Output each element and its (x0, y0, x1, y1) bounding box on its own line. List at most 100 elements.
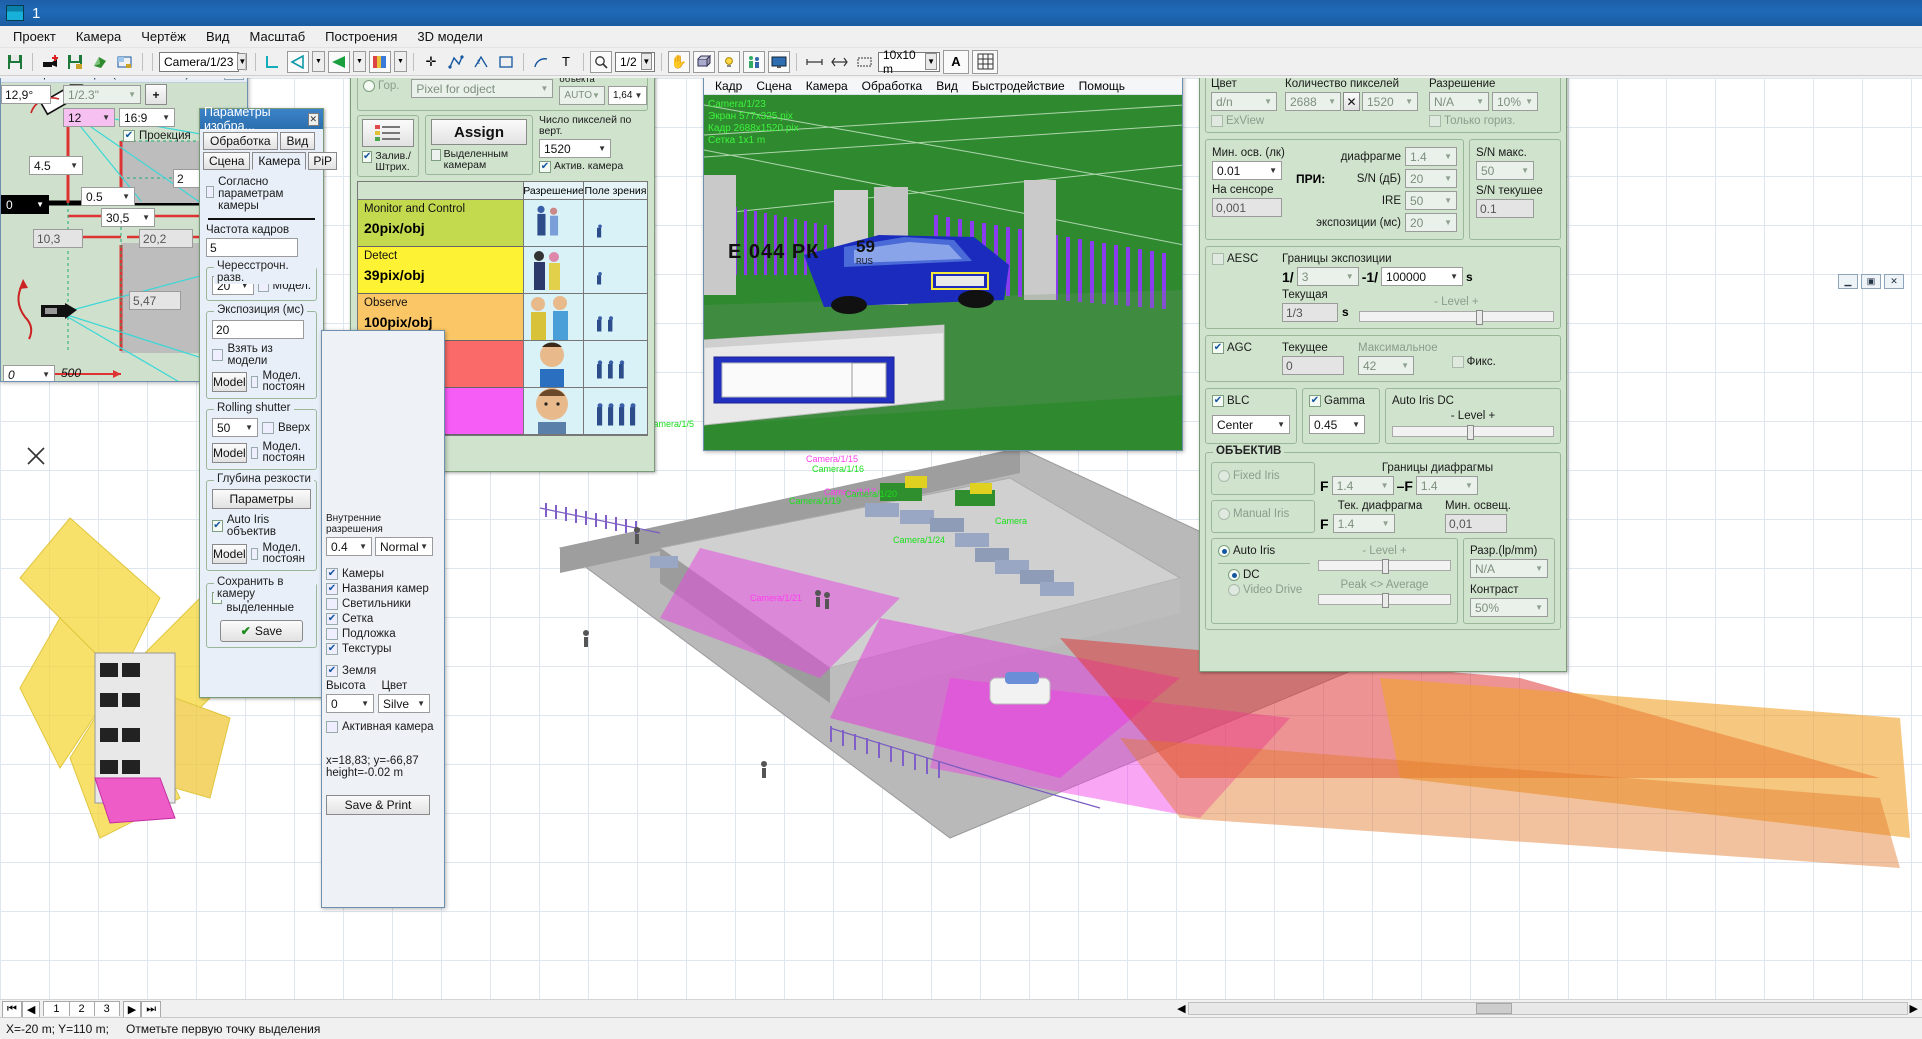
zoom-chevron-icon[interactable]: ▼ (641, 53, 652, 70)
ire-combo[interactable]: 50▼ (1405, 191, 1457, 210)
menu-item-camera[interactable]: Камера (67, 26, 130, 47)
people-icon[interactable] (743, 51, 765, 73)
dim-horizontal-icon[interactable] (803, 51, 825, 73)
view-option-checkbox[interactable]: ✔ (326, 583, 338, 595)
polyline-tool-icon[interactable] (445, 51, 467, 73)
auto-iris-row2[interactable]: Auto Iris (1218, 545, 1310, 557)
blc-checkbox[interactable]: ✔ (1212, 395, 1224, 407)
active-camera2-row[interactable]: ✔ Актив. камера (539, 161, 648, 173)
view-option-checkbox[interactable]: ✔ (326, 613, 338, 625)
iris-max-combo[interactable]: 1.4▼ (1416, 476, 1478, 495)
min-illum-combo[interactable]: 0.01▼ (1212, 161, 1282, 180)
fov-dropdown-icon[interactable]: ▼ (312, 51, 325, 72)
close-icon[interactable]: ✕ (1884, 274, 1904, 289)
save-camera-icon[interactable] (64, 51, 86, 73)
exp-min-combo[interactable]: 3▼ (1297, 267, 1359, 286)
color-zone-icon[interactable] (369, 51, 391, 73)
per-camera-checkbox[interactable] (206, 186, 214, 198)
ground-height-combo[interactable]: 0▼ (326, 694, 374, 713)
save-button[interactable]: ✔ Save (220, 620, 303, 642)
blc-row[interactable]: ✔ BLC (1212, 395, 1290, 407)
criteria-row[interactable]: Detect39pix/obj (358, 247, 523, 294)
scroll-thumb[interactable] (1476, 1003, 1512, 1014)
gamma-checkbox[interactable]: ✔ (1309, 395, 1321, 407)
rolling-model-const-checkbox[interactable] (251, 447, 259, 459)
save-print-button[interactable]: Save & Print (326, 795, 430, 815)
geometry-object-height-combo[interactable]: 0.5▼ (81, 187, 135, 206)
rolling-model-row[interactable]: Model Модел. постоян (212, 442, 311, 464)
view-options-panel[interactable]: Внутренние разрешения 0.4▼ Normal▼ ✔Каме… (321, 330, 445, 908)
sheet-tab[interactable]: 2 (69, 1001, 95, 1016)
arc-tool-icon[interactable] (530, 51, 552, 73)
rolling-model-button[interactable]: Model (212, 443, 247, 463)
sn-max-combo[interactable]: 50▼ (1476, 161, 1534, 180)
sheet-tab[interactable]: 1 (43, 1001, 69, 1016)
view-option-row[interactable]: ✔Названия камер (326, 583, 440, 595)
ground-checkbox[interactable]: ✔ (326, 665, 338, 677)
fill-stroke-row[interactable]: ✔ Залив./ Штрих. (362, 151, 414, 173)
exp-max-combo[interactable]: 100000▼ (1381, 267, 1463, 286)
tab-view[interactable]: Вид (280, 132, 316, 150)
sheet-tab[interactable]: 3 (94, 1001, 120, 1016)
dof-model-const-checkbox[interactable] (251, 548, 259, 560)
menu-item-view[interactable]: Вид (197, 26, 239, 47)
dc-row[interactable]: DC (1228, 569, 1310, 581)
auto-iris-dc-slider[interactable] (1392, 426, 1554, 437)
scale-chevron-icon[interactable]: ▼ (925, 53, 937, 70)
exposure-model-row[interactable]: Model Модел. постоян (212, 371, 311, 393)
active-camera-row[interactable]: Активная камера (326, 721, 440, 733)
geometry-projection-toggle[interactable]: ✔ Проекция (123, 130, 191, 142)
view-option-row[interactable]: ✔Камеры (326, 568, 440, 580)
video3d-window[interactable]: 3D Видео (Camera/1/23) ▁ ▣ ✕ КадрСценаКа… (703, 78, 1183, 451)
geometry-angle-field[interactable]: 12,9° (1, 85, 51, 104)
scroll-right-icon[interactable]: ▶ (1910, 1002, 1918, 1015)
assign-button[interactable]: Assign (431, 119, 527, 145)
agc-checkbox[interactable]: ✔ (1212, 342, 1224, 354)
monitor-icon[interactable] (768, 51, 790, 73)
per-camera-params-row[interactable]: Согласно параметрам камеры (206, 176, 317, 212)
geometry-focal-combo[interactable]: 12▼ (63, 108, 115, 127)
video3d-menu-item[interactable]: Обработка (855, 78, 930, 94)
peak-average-slider[interactable] (1318, 594, 1451, 605)
prev-sheet-icon[interactable]: ◀ (22, 1001, 40, 1017)
zoom-combo[interactable]: 1/2 ▼ (615, 52, 655, 72)
fix-checkbox[interactable] (1452, 356, 1464, 368)
aesc-checkbox[interactable] (1212, 253, 1224, 265)
object-height-mode-combo[interactable]: AUTO▼ (559, 86, 605, 105)
selected-cameras-checkbox[interactable] (431, 149, 441, 161)
pan-icon[interactable]: ✋ (668, 51, 690, 73)
color-zone-dropdown-icon[interactable]: ▼ (394, 51, 407, 72)
video3d-menu-item[interactable]: Вид (929, 78, 965, 94)
resolution-pct-combo[interactable]: 10%▼ (1492, 92, 1538, 111)
zone-tool-icon[interactable] (328, 51, 350, 73)
active-camera-view-checkbox[interactable] (326, 721, 338, 733)
exposure-ms-combo[interactable]: 20▼ (1405, 213, 1457, 232)
exposure-level-slider[interactable] (1359, 311, 1554, 322)
brightness-combo[interactable]: 0.4▼ (326, 537, 372, 556)
dof-model-button[interactable]: Model (212, 544, 247, 564)
auto-iris-row[interactable]: ✔ Auto Iris объектив (212, 514, 311, 538)
scale-selector[interactable]: 10x10 m ▼ (878, 52, 940, 72)
menu-item-drawing[interactable]: Чертёж (132, 26, 195, 47)
video-drive-row[interactable]: Video Drive (1228, 584, 1310, 596)
view-option-checkbox[interactable]: ✔ (326, 568, 338, 580)
zoom-tool-icon[interactable] (590, 51, 612, 73)
ground-row[interactable]: ✔ Земля (326, 665, 440, 677)
aperture-combo[interactable]: 1.4▼ (1405, 147, 1457, 166)
criterion-combo[interactable]: Pixel for odject ▼ (411, 79, 553, 98)
image-parameters-dialog[interactable]: Параметры изобра... ✕ Обработка Вид Сцен… (199, 108, 324, 698)
lp-combo[interactable]: N/A▼ (1470, 559, 1548, 578)
point-tool-icon[interactable]: ✛ (420, 51, 442, 73)
scroll-left-icon[interactable]: ◀ (1177, 1002, 1185, 1015)
view-option-row[interactable]: Светильники (326, 598, 440, 610)
pixels-width-combo[interactable]: 2688▼ (1285, 92, 1341, 111)
horiz-only-checkbox[interactable] (1429, 115, 1441, 127)
normal-combo[interactable]: Normal▼ (375, 537, 433, 556)
sn-db-combo[interactable]: 20▼ (1405, 169, 1457, 188)
maximize-icon[interactable]: ▣ (1861, 274, 1881, 289)
exview-checkbox[interactable] (1211, 115, 1223, 127)
criteria-row[interactable]: Monitor and Control20pix/obj (358, 200, 523, 247)
geometry-camera-height-combo[interactable]: 4.5▼ (29, 156, 83, 175)
view-option-checkbox[interactable] (326, 598, 338, 610)
last-sheet-icon[interactable]: ⏭ (141, 1001, 161, 1017)
